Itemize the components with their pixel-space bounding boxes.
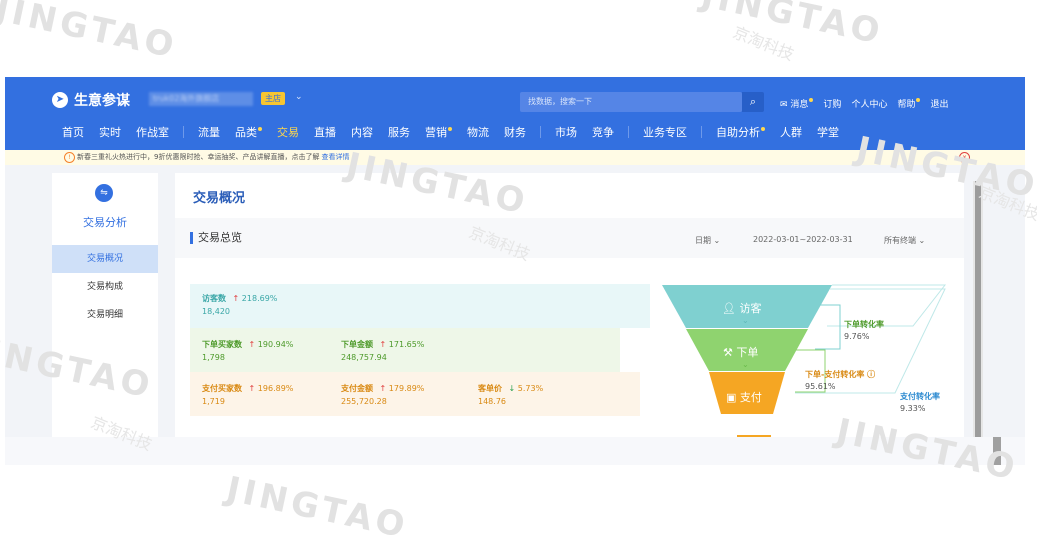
alert-icon: ! [64, 152, 75, 163]
header-bar: ➤ 生意参谋 truk02海外旗舰店 主店 ⌄ 找数据，搜索一下 ⌕ ✉ 消息 … [5, 77, 1025, 150]
rate-pay-conv-label: 支付转化率 [899, 391, 940, 401]
search-icon: ⌕ [749, 95, 757, 108]
watermark-text: JINGTAO [222, 469, 412, 547]
nav-trade[interactable]: 交易 [277, 124, 299, 140]
nav-competition[interactable]: 竞争 [592, 124, 614, 140]
help-link[interactable]: 帮助 [897, 97, 921, 110]
profile-link[interactable]: 个人中心 [851, 97, 887, 110]
notification-dot [761, 127, 765, 131]
stage-label-pay: ▣ 支付 [726, 391, 762, 404]
question-icon[interactable]: ⓘ [867, 369, 875, 379]
stage-label-visitor: 👤︎ 访客 [722, 301, 761, 315]
top-links: ✉ 消息 订购 个人中心 帮助 退出 [780, 97, 948, 110]
sidebar-item-overview[interactable]: 交易概况 [52, 245, 158, 273]
nav-category[interactable]: 品类 [235, 124, 262, 140]
nav-marketing[interactable]: 营销 [425, 124, 452, 140]
watermark-text: 京淘科技 [730, 22, 797, 65]
rate-order-conv-value: 9.76% [844, 332, 870, 341]
nav-divider [540, 126, 541, 138]
nav-traffic[interactable]: 流量 [198, 124, 220, 140]
nav-home[interactable]: 首页 [62, 124, 84, 140]
close-icon[interactable]: × [959, 152, 970, 163]
shop-badge: 主店 [261, 92, 285, 105]
notification-dot [448, 127, 452, 131]
rate-pay-conv-value: 9.33% [900, 404, 926, 413]
messages-link[interactable]: ✉ 消息 [780, 97, 814, 110]
sidebar: ⇋ 交易分析 交易概况 交易构成 交易明细 [52, 173, 158, 437]
nav-realtime[interactable]: 实时 [99, 124, 121, 140]
main-nav: 首页 实时 作战室 流量 品类 交易 直播 内容 服务 营销 物流 财务 市场 … [62, 124, 854, 140]
nav-finance[interactable]: 财务 [504, 124, 526, 140]
notification-dot [809, 98, 814, 102]
nav-divider [628, 126, 629, 138]
shop-name[interactable]: truk02海外旗舰店 [149, 92, 253, 106]
scrollbar-thumb[interactable] [975, 181, 981, 437]
app-window: ➤ 生意参谋 truk02海外旗舰店 主店 ⌄ 找数据，搜索一下 ⌕ ✉ 消息 … [5, 77, 1025, 437]
sidebar-title: 交易分析 [83, 216, 127, 229]
sidebar-item-composition[interactable]: 交易构成 [52, 273, 158, 301]
nav-market[interactable]: 市场 [555, 124, 577, 140]
notice-text: 新春三重礼火热进行中，9折优惠限时抢、幸运抽奖、产品讲解直播，点击了解 [77, 153, 320, 161]
notification-dot [258, 127, 262, 131]
chevron-down-icon[interactable]: ⌄ [295, 92, 303, 102]
rate-order-pay-conv-value: 95.61% [805, 382, 836, 391]
chevron-down-icon: ⌄ [742, 360, 749, 369]
nav-war-room[interactable]: 作战室 [136, 124, 169, 140]
nav-divider [701, 126, 702, 138]
bracket-order-conv [815, 304, 841, 350]
notice-bar: ! 新春三重礼火热进行中，9折优惠限时抢、幸运抽奖、产品讲解直播，点击了解 查看详… [5, 150, 1025, 165]
footer-strip [5, 437, 1025, 465]
logo[interactable]: ➤ 生意参谋 [52, 90, 130, 110]
main-panel: 交易概况 交易总览 日期 ⌄ 2022-03-01~2022-03-31 所有终… [175, 173, 964, 437]
notification-dot [916, 98, 921, 102]
app-title: 生意参谋 [74, 93, 130, 109]
conversion-funnel: 👤︎ 访客 ⚒ 下单 ▣ 支付 ⌄ ⌄ 下单转化率 9.76% 下单-支付转化率… [662, 284, 947, 437]
nav-logistics[interactable]: 物流 [467, 124, 489, 140]
nav-business-zone[interactable]: 业务专区 [643, 124, 687, 140]
nav-crowd[interactable]: 人群 [780, 124, 802, 140]
outer-scrollbar[interactable] [993, 437, 1001, 465]
chevron-down-icon: ⌄ [742, 316, 749, 325]
nav-content[interactable]: 内容 [351, 124, 373, 140]
trade-analysis-icon: ⇋ [95, 184, 113, 202]
search-button[interactable]: ⌕ [742, 92, 764, 112]
notice-link[interactable]: 查看详情 [321, 153, 349, 161]
logout-link[interactable]: 退出 [930, 97, 948, 110]
stage-label-order: ⚒ 下单 [723, 346, 758, 359]
nav-live[interactable]: 直播 [314, 124, 336, 140]
nav-self-analysis[interactable]: 自助分析 [716, 124, 765, 140]
subscribe-link[interactable]: 订购 [823, 97, 841, 110]
rate-order-conv-label: 下单转化率 [844, 319, 884, 329]
nav-divider [183, 126, 184, 138]
watermark-text: JINGTAO [697, 0, 887, 53]
nav-service[interactable]: 服务 [388, 124, 410, 140]
search-input[interactable]: 找数据，搜索一下 [520, 92, 742, 112]
compass-icon: ➤ [52, 92, 68, 108]
rate-order-pay-conv-label: 下单-支付转化率 ⓘ [805, 369, 875, 379]
nav-academy[interactable]: 学堂 [817, 124, 839, 140]
watermark-text: JINGTAO [0, 0, 181, 67]
sidebar-item-detail[interactable]: 交易明细 [52, 301, 158, 329]
